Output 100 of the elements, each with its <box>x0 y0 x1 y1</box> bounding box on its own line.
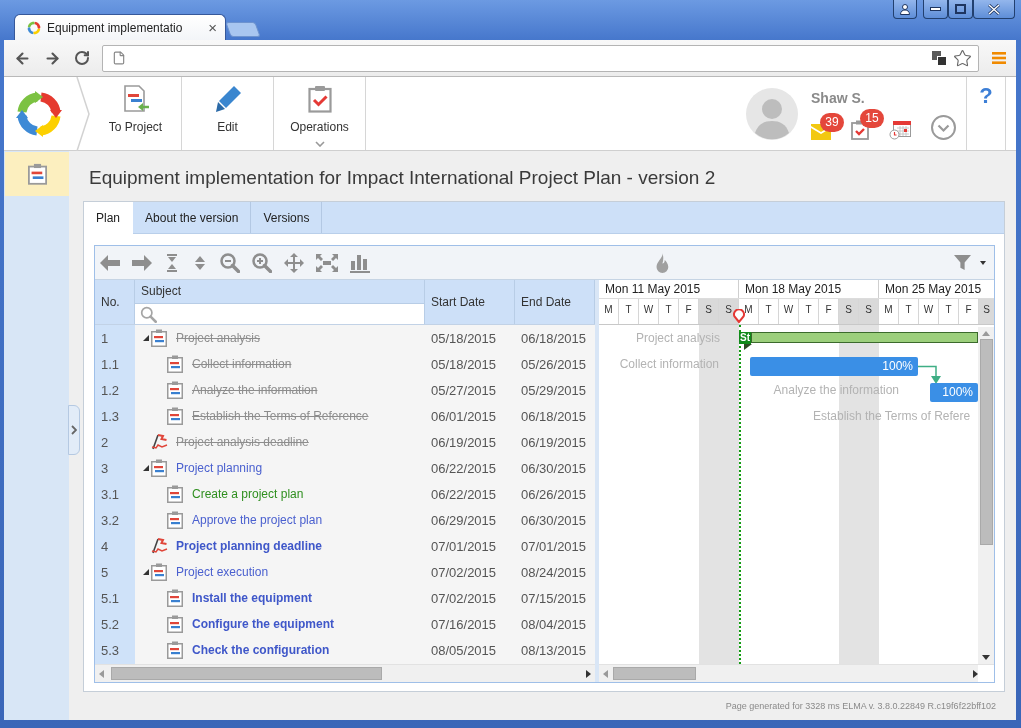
expanded-triangle-icon[interactable] <box>143 465 149 471</box>
row-number: 3.1 <box>100 486 121 502</box>
bar-label: Collect information <box>619 357 719 371</box>
tab-close-button[interactable]: × <box>208 20 217 35</box>
summary-bar[interactable] <box>751 332 978 343</box>
row-number: 5.3 <box>100 642 121 658</box>
footer-text: Page generated for 3328 ms ELMA v. 3.8.0.22849 R.c19f6f22bff102 <box>725 701 996 711</box>
end-date: 08/24/2015 <box>520 564 588 580</box>
forward-icon[interactable] <box>44 49 61 67</box>
arrow-right-icon[interactable] <box>132 254 152 271</box>
fit-to-screen-icon[interactable] <box>316 253 338 272</box>
app-logo <box>15 89 63 138</box>
subject-search-field[interactable] <box>135 303 424 324</box>
week-header: Mon 18 May 2015 <box>739 280 879 298</box>
task-bar[interactable]: 100% <box>930 383 978 402</box>
bookmark-star-icon[interactable] <box>953 48 972 68</box>
tab[interactable]: About the version <box>133 202 252 233</box>
task-clipboard-icon <box>167 641 183 659</box>
favicon-icon <box>27 20 41 35</box>
horizontal-scrollbar[interactable] <box>95 664 595 682</box>
calendar-clock-icon[interactable] <box>889 119 911 140</box>
end-date: 05/29/2015 <box>520 382 588 398</box>
flame-icon[interactable] <box>656 252 670 273</box>
tab[interactable]: Plan <box>84 202 134 234</box>
collapse-icon[interactable] <box>164 252 180 273</box>
expanded-triangle-icon[interactable] <box>143 569 149 575</box>
task-name[interactable]: Install the equipment <box>192 591 312 605</box>
task-clipboard-icon <box>167 589 183 607</box>
task-bar[interactable]: 100% <box>750 357 918 376</box>
count-badge: 39 <box>820 112 844 132</box>
zoom-in-icon[interactable] <box>252 252 272 273</box>
task-name[interactable]: Project analysis <box>176 331 261 345</box>
zoom-out-icon[interactable] <box>220 252 240 273</box>
move-icon[interactable] <box>284 252 304 273</box>
task-name[interactable]: Project planning <box>176 461 263 475</box>
scroll-right-icon[interactable] <box>586 669 591 678</box>
caret-down-icon[interactable] <box>980 260 986 265</box>
end-date: 07/01/2015 <box>520 538 588 554</box>
browser-tab[interactable]: Equipment implementatio × <box>14 14 226 40</box>
maximize-button[interactable] <box>948 0 973 19</box>
translate-icon[interactable] <box>932 50 947 66</box>
scroll-left-icon[interactable] <box>603 669 608 678</box>
row-number: 1.1 <box>100 356 121 372</box>
row-number: 5.2 <box>100 616 121 632</box>
profile-button[interactable] <box>893 0 917 19</box>
help-button[interactable]: ? <box>966 77 1006 150</box>
scroll-up-icon[interactable] <box>982 331 990 336</box>
menu-icon[interactable] <box>992 51 1006 65</box>
vertical-scrollbar[interactable] <box>978 327 994 664</box>
row-number: 3 <box>100 460 110 476</box>
start-date: 07/01/2015 <box>430 538 498 554</box>
task-name[interactable]: Analyze the information <box>192 383 318 397</box>
bar-label: Project analysis <box>635 331 720 345</box>
column-header: No. <box>95 280 135 324</box>
end-date: 06/18/2015 <box>520 408 588 424</box>
column-header: Subject <box>135 280 424 303</box>
search-icon <box>140 305 157 323</box>
scrollbar-thumb[interactable] <box>613 667 696 680</box>
end-date: 07/15/2015 <box>520 590 588 606</box>
task-name[interactable]: Project execution <box>176 565 269 579</box>
scrollbar-thumb[interactable] <box>111 667 382 680</box>
task-name[interactable]: Establish the Terms of Reference <box>192 409 369 423</box>
tab[interactable]: Versions <box>251 202 323 233</box>
column-header: Start Date <box>425 280 515 324</box>
task-clipboard-icon <box>167 381 183 399</box>
task-clipboard-icon <box>167 615 183 633</box>
start-date: 05/18/2015 <box>430 356 498 372</box>
today-marker-icon <box>733 309 745 323</box>
back-icon[interactable] <box>14 49 31 67</box>
horizontal-scrollbar[interactable] <box>599 664 994 682</box>
task-name[interactable]: Approve the project plan <box>192 513 323 527</box>
maximize-icon <box>955 4 966 14</box>
scrollbar-thumb[interactable] <box>979 339 993 545</box>
close-window-button[interactable] <box>973 0 1015 19</box>
filter-icon[interactable] <box>954 255 971 270</box>
task-name[interactable]: Project planning deadline <box>176 539 323 553</box>
day-header: S <box>979 299 994 324</box>
expanded-triangle-icon[interactable] <box>143 335 149 341</box>
new-tab-button[interactable] <box>225 22 261 37</box>
start-date: 06/22/2015 <box>430 486 498 502</box>
minimize-button[interactable] <box>923 0 948 19</box>
sidebar-toggle-handle[interactable] <box>68 405 80 455</box>
week-header: Mon 25 May 2015 <box>884 281 983 298</box>
scroll-down-icon[interactable] <box>982 655 990 660</box>
close-icon <box>988 3 1000 15</box>
task-name[interactable]: Create a project plan <box>192 487 304 501</box>
task-name[interactable]: Configure the equipment <box>192 617 334 631</box>
arrow-left-icon[interactable] <box>100 254 120 271</box>
sidebar-item[interactable] <box>5 152 69 196</box>
start-date: 06/01/2015 <box>430 408 498 424</box>
address-field[interactable] <box>102 44 979 72</box>
bar-chart-icon[interactable] <box>350 252 370 273</box>
reload-icon[interactable] <box>74 50 90 66</box>
end-date: 06/18/2015 <box>520 330 588 346</box>
chevron-down-circle-icon[interactable] <box>931 114 956 140</box>
milestone-flag-icon <box>151 538 169 554</box>
task-name[interactable]: Check the configuration <box>192 643 330 657</box>
scroll-left-icon[interactable] <box>99 669 104 678</box>
task-name[interactable]: Project analysis deadline <box>176 435 309 449</box>
task-name[interactable]: Collect information <box>192 357 292 371</box>
